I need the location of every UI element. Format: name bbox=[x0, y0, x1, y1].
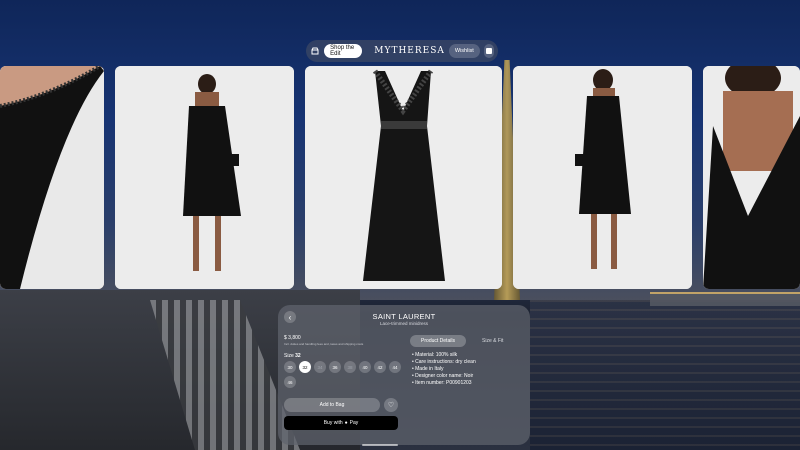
pay-label: Pay bbox=[349, 420, 359, 426]
size-option[interactable]: 38 bbox=[344, 361, 356, 373]
gallery-image-detail-lace[interactable] bbox=[0, 66, 104, 289]
gallery-image-closeup[interactable] bbox=[703, 66, 800, 289]
size-label: Size 32 bbox=[284, 353, 301, 359]
buy-with-pay-button[interactable]: Buy with ● Pay bbox=[284, 416, 398, 430]
gallery-image-product[interactable] bbox=[305, 66, 502, 289]
heart-icon[interactable]: ♡ bbox=[384, 398, 398, 412]
size-option-selected[interactable]: 32 bbox=[299, 361, 311, 373]
brand-logo: MYTHERESA bbox=[374, 46, 445, 56]
detail-item: Care instructions: dry clean bbox=[412, 359, 476, 366]
detail-item: Item number: P00901203 bbox=[412, 380, 476, 387]
river bbox=[530, 300, 800, 450]
tab-size-fit[interactable]: Size & Fit bbox=[482, 335, 503, 347]
store-icon[interactable] bbox=[310, 44, 320, 58]
size-option[interactable]: 30 bbox=[284, 361, 296, 373]
shop-the-edit-button[interactable]: Shop the Edit bbox=[324, 44, 363, 58]
product-price: $ 3,800 bbox=[284, 335, 301, 341]
add-to-bag-button[interactable]: Add to Bag bbox=[284, 398, 380, 412]
product-brand: SAINT LAURENT bbox=[372, 312, 436, 321]
product-details-list: Material: 100% silk Care instructions: d… bbox=[412, 352, 476, 387]
wishlist-button[interactable]: Wishlist bbox=[448, 44, 480, 58]
gallery-image-front-view[interactable] bbox=[513, 66, 692, 289]
tab-product-details[interactable]: Product Details bbox=[410, 335, 466, 347]
product-panel: ‹ SAINT LAURENT Lace-trimmed minidress $… bbox=[278, 305, 530, 445]
bag-icon[interactable] bbox=[483, 44, 494, 58]
detail-item: Designer color name: Noir bbox=[412, 373, 476, 380]
size-selector: 30 32 34 36 38 40 42 44 46 bbox=[284, 361, 402, 388]
size-option[interactable]: 36 bbox=[329, 361, 341, 373]
top-nav: Shop the Edit MYTHERESA Wishlist bbox=[306, 40, 498, 62]
size-option[interactable]: 44 bbox=[389, 361, 401, 373]
window-grab-handle[interactable] bbox=[362, 444, 398, 446]
bridge bbox=[650, 292, 800, 306]
price-note: Incl. duties and handling fees and, taxe… bbox=[284, 342, 364, 346]
gallery-image-back-view[interactable] bbox=[115, 66, 294, 289]
size-option[interactable]: 34 bbox=[314, 361, 326, 373]
buy-with-label: Buy with bbox=[323, 420, 343, 426]
detail-item: Made in Italy bbox=[412, 366, 476, 373]
apple-icon: ● bbox=[344, 420, 348, 426]
product-name: Lace-trimmed minidress bbox=[379, 321, 428, 326]
detail-item: Material: 100% silk bbox=[412, 352, 476, 359]
size-option[interactable]: 46 bbox=[284, 376, 296, 388]
size-option[interactable]: 42 bbox=[374, 361, 386, 373]
size-option[interactable]: 40 bbox=[359, 361, 371, 373]
